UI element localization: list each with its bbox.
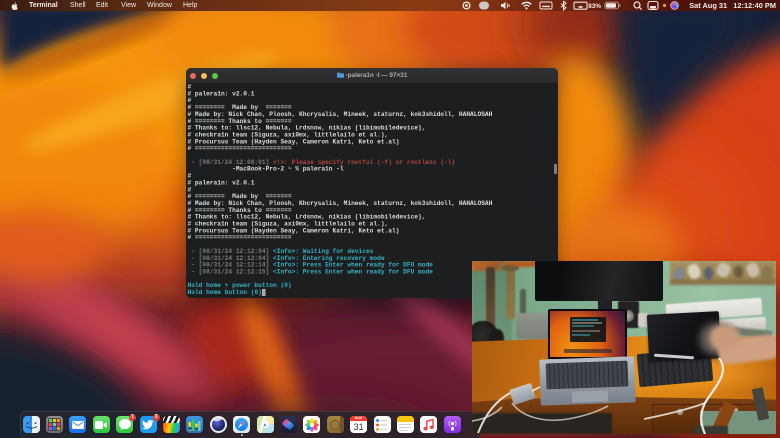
- svg-text:83%: 83%: [588, 3, 601, 10]
